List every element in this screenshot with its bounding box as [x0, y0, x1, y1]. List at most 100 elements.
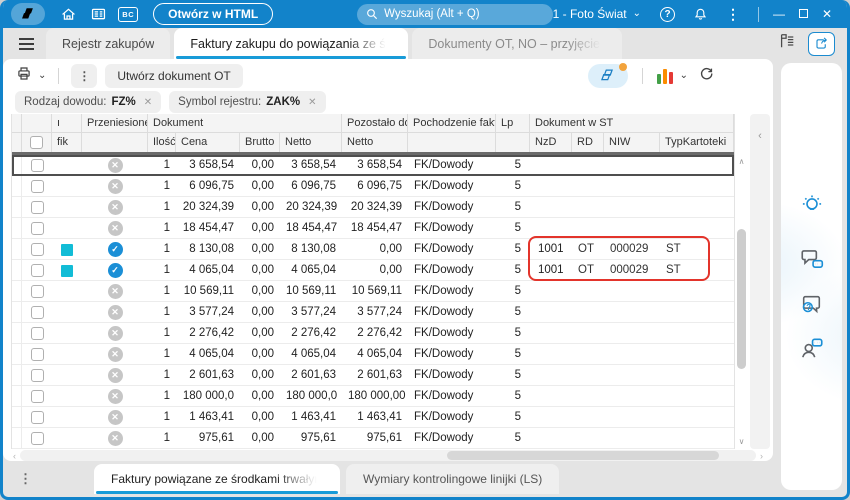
- cell-pozostalo_netto[interactable]: 975,61: [342, 428, 408, 449]
- cell-cena[interactable]: 20 324,39: [176, 197, 240, 218]
- cell-niw[interactable]: [604, 302, 660, 323]
- cell-pochodzenie[interactable]: FK/Dowody: [408, 218, 496, 239]
- cell-rd[interactable]: [572, 218, 604, 239]
- row-checkbox[interactable]: [30, 285, 44, 298]
- cell-lp[interactable]: 5: [496, 302, 530, 323]
- scroll-down-icon[interactable]: ∨: [735, 435, 748, 449]
- refresh-button[interactable]: [698, 65, 715, 87]
- cell-netto[interactable]: 8 130,08: [280, 239, 342, 260]
- cell-typ[interactable]: [660, 344, 734, 365]
- cell-typ[interactable]: [660, 365, 734, 386]
- row-checkbox[interactable]: [30, 432, 44, 445]
- cell-pozostalo_netto[interactable]: 6 096,75: [342, 176, 408, 197]
- cell-rd[interactable]: [572, 386, 604, 407]
- row-checkbox[interactable]: [30, 327, 44, 340]
- cell-brutto[interactable]: 0,00: [240, 218, 280, 239]
- cell-nzd[interactable]: [530, 407, 572, 428]
- filter-chip-symbol-rejestru[interactable]: Symbol rejestru: ZAK% ✕: [169, 91, 326, 113]
- row-select-cell[interactable]: [22, 323, 52, 344]
- cell-niw[interactable]: [604, 407, 660, 428]
- cell-nzd[interactable]: [530, 218, 572, 239]
- tab-rejestr-zakupow[interactable]: Rejestr zakupów: [46, 28, 171, 59]
- help-faq-button[interactable]: ?: [798, 290, 826, 318]
- cell-cena[interactable]: 8 130,08: [176, 239, 240, 260]
- header-pozostalo-netto[interactable]: Netto: [342, 133, 408, 152]
- cell-lp[interactable]: 5: [496, 155, 530, 176]
- cell-netto[interactable]: 3 658,54: [280, 155, 342, 176]
- header-clipped-column[interactable]: ı: [52, 114, 82, 132]
- table-row[interactable]: ✕ 1 3 577,24 0,00 3 577,24 3 577,24 FK/Dowody 5: [12, 302, 734, 323]
- cell-cena[interactable]: 3 658,54: [176, 155, 240, 176]
- header-group-pozostalo[interactable]: Pozostało do: [342, 114, 408, 132]
- vertical-scrollbar-track[interactable]: [735, 169, 748, 435]
- cell-typ[interactable]: [660, 323, 734, 344]
- cell-ilosc[interactable]: 1: [148, 386, 176, 407]
- cell-nzd[interactable]: [530, 281, 572, 302]
- cell-netto[interactable]: 975,61: [280, 428, 342, 449]
- community-chat-button[interactable]: [798, 334, 826, 362]
- cell-netto[interactable]: 1 463,41: [280, 407, 342, 428]
- chevron-down-icon[interactable]: ⌄: [633, 9, 641, 19]
- cell-niw[interactable]: [604, 344, 660, 365]
- news-button[interactable]: [88, 4, 108, 24]
- horizontal-scrollbar-track[interactable]: [20, 450, 756, 461]
- cell-netto[interactable]: 3 577,24: [280, 302, 342, 323]
- cell-niw[interactable]: [604, 155, 660, 176]
- bc-module-button[interactable]: BC: [118, 4, 139, 24]
- cell-ilosc[interactable]: 1: [148, 302, 176, 323]
- cell-pozostalo_netto[interactable]: 4 065,04: [342, 344, 408, 365]
- bottom-tab-faktury-powiazane[interactable]: Faktury powiązane ze środkami trwałymi: [94, 464, 340, 494]
- cell-ilosc[interactable]: 1: [148, 239, 176, 260]
- cell-pozostalo_netto[interactable]: 3 577,24: [342, 302, 408, 323]
- table-row[interactable]: ✕ 1 2 601,63 0,00 2 601,63 2 601,63 FK/Dowody 5: [12, 365, 734, 386]
- bottom-tab-wymiary-kontrolingowe[interactable]: Wymiary kontrolingowe linijki (LS): [346, 464, 560, 494]
- header-netto[interactable]: Netto: [280, 133, 342, 152]
- cell-cena[interactable]: 1 463,41: [176, 407, 240, 428]
- header-cena[interactable]: Cena: [176, 133, 240, 152]
- help-button[interactable]: ?: [660, 6, 676, 22]
- cell-ilosc[interactable]: 1: [148, 365, 176, 386]
- cell-brutto[interactable]: 0,00: [240, 281, 280, 302]
- cell-cena[interactable]: 4 065,04: [176, 260, 240, 281]
- cell-ilosc[interactable]: 1: [148, 260, 176, 281]
- cell-cena[interactable]: 975,61: [176, 428, 240, 449]
- header-group-dokument-w-st[interactable]: Dokument w ST: [530, 114, 734, 132]
- maximize-button[interactable]: [791, 7, 815, 21]
- header-typkartoteki[interactable]: TypKartoteki: [660, 133, 734, 152]
- cell-pochodzenie[interactable]: FK/Dowody: [408, 386, 496, 407]
- cell-nzd[interactable]: 1001: [530, 239, 572, 260]
- cell-typ[interactable]: [660, 428, 734, 449]
- cell-netto[interactable]: 2 276,42: [280, 323, 342, 344]
- chart-options-chevron-icon[interactable]: ⌄: [680, 70, 688, 81]
- table-row[interactable]: ✕ 1 975,61 0,00 975,61 975,61 FK/Dowody 5: [12, 428, 734, 449]
- scroll-left-icon[interactable]: ‹: [13, 451, 16, 461]
- cell-netto[interactable]: 2 601,63: [280, 365, 342, 386]
- scroll-right-icon[interactable]: ›: [760, 451, 763, 461]
- cell-niw[interactable]: [604, 323, 660, 344]
- cell-rd[interactable]: OT: [572, 260, 604, 281]
- cell-netto[interactable]: 4 065,04: [280, 260, 342, 281]
- cell-typ[interactable]: ST: [660, 239, 734, 260]
- cell-nzd[interactable]: [530, 365, 572, 386]
- cell-pozostalo_netto[interactable]: 18 454,47: [342, 218, 408, 239]
- cell-niw[interactable]: [604, 197, 660, 218]
- header-ilosc[interactable]: Ilość: [148, 133, 176, 152]
- view-mode-button[interactable]: [587, 62, 628, 88]
- cell-lp[interactable]: 5: [496, 407, 530, 428]
- table-row[interactable]: ✕ 1 18 454,47 0,00 18 454,47 18 454,47 FK/Dowo…: [12, 218, 734, 239]
- header-przeniesione[interactable]: Przeniesione: [82, 114, 148, 132]
- row-select-cell[interactable]: [22, 344, 52, 365]
- cell-nzd[interactable]: [530, 176, 572, 197]
- cell-pozostalo_netto[interactable]: 0,00: [342, 260, 408, 281]
- cell-cena[interactable]: 3 577,24: [176, 302, 240, 323]
- cell-niw[interactable]: [604, 218, 660, 239]
- row-checkbox[interactable]: [30, 306, 44, 319]
- cell-rd[interactable]: OT: [572, 239, 604, 260]
- cell-lp[interactable]: 5: [496, 386, 530, 407]
- cell-cena[interactable]: 180 000,0: [176, 386, 240, 407]
- row-select-cell[interactable]: [22, 197, 52, 218]
- tips-button[interactable]: [798, 191, 826, 219]
- cell-typ[interactable]: [660, 281, 734, 302]
- row-checkbox[interactable]: [30, 243, 44, 256]
- cell-niw[interactable]: [604, 365, 660, 386]
